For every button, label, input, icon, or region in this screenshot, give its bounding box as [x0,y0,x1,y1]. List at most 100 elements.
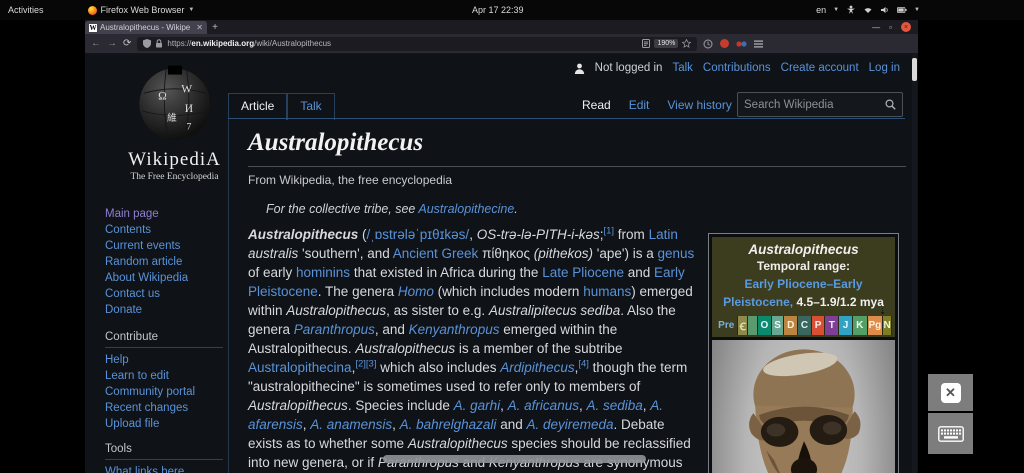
close-button[interactable]: × [901,22,911,32]
extension-clock-icon[interactable] [703,39,713,49]
timescale-segment[interactable]: D [784,316,799,335]
sidebar-tools-links: What links here [105,464,227,473]
hatnote: For the collective tribe, see Australopi… [266,202,518,216]
timescale-segment[interactable]: N [883,316,892,335]
system-tray[interactable]: en ▼ ▼ [816,0,920,20]
search-input[interactable] [744,98,885,111]
text-segment: australis [248,246,299,261]
browser-tab[interactable]: W Australopithecus - Wikipe ✕ [85,21,207,34]
inline-link[interactable]: hominins [296,265,350,280]
sidebar-link[interactable]: What links here [105,464,227,473]
timescale-segment[interactable]: K [852,316,868,335]
timescale-segment[interactable]: S [771,316,785,335]
inline-link[interactable]: A. anamensis [310,417,392,432]
hamburger-menu-icon[interactable] [754,40,764,48]
url-bar[interactable]: https://en.wikipedia.org/wiki/Australopi… [137,36,698,51]
reader-mode-icon[interactable] [642,39,651,48]
inline-link[interactable]: genus [657,246,694,261]
keyboard-layout-indicator[interactable]: en [816,5,826,15]
search-box[interactable] [737,92,903,117]
tracking-shield-icon[interactable] [143,39,152,48]
inline-link[interactable]: Homo [398,284,434,299]
reference-link[interactable]: [2][3] [355,359,376,370]
inline-link[interactable]: Paranthropus [294,322,375,337]
new-tab-button[interactable]: + [207,20,223,34]
tab-close-icon[interactable]: ✕ [196,23,203,32]
timescale-segment[interactable]: J [839,316,853,335]
sidebar-link[interactable]: Current events [105,238,227,254]
personal-link[interactable]: Create account [781,62,859,74]
app-menu-button[interactable]: Firefox Web Browser ▼ [80,5,203,15]
text-segment: Australopithecus [286,303,387,318]
sidebar-link[interactable]: Recent changes [105,400,227,416]
personal-link[interactable]: Contributions [703,62,771,74]
wikipedia-logo[interactable]: Ω W И 維 7 WikipediA The Free Encyclopedi… [107,62,242,182]
forward-button[interactable]: → [107,38,117,49]
sidebar-link[interactable]: Contact us [105,286,227,302]
inline-link[interactable]: Ardipithecus [500,360,574,375]
page-tab[interactable]: Talk [287,93,335,120]
text-segment: (pithekos) [533,246,594,261]
inline-link[interactable]: A. sediba [586,398,642,413]
inline-link[interactable]: A. africanus [508,398,579,413]
sidebar-link[interactable]: Community portal [105,384,227,400]
personal-link[interactable]: Talk [672,62,692,74]
sidebar-link[interactable]: Donate [105,302,227,318]
inline-link[interactable]: Australopithecine [418,202,514,216]
osk-close-button[interactable]: ✕ [928,374,973,411]
sidebar-link[interactable]: Help [105,352,227,368]
page-scrollbar[interactable] [912,54,917,473]
inline-link[interactable]: /ˌɒstrələˈpɪθɪkəs/ [367,227,470,242]
timescale-segment[interactable]: O [758,316,772,335]
maximize-button[interactable]: ▫ [889,23,892,32]
timescale-segment[interactable]: C [798,316,812,335]
timescale-segment[interactable]: P [811,316,826,335]
inline-link[interactable]: Australopithecina [248,360,352,375]
sidebar-link[interactable]: Main page [105,206,227,222]
sidebar-link[interactable]: About Wikipedia [105,270,227,286]
clock-button[interactable]: Apr 17 22:39 [472,0,524,20]
inline-link[interactable]: Kenyanthropus [409,322,500,337]
timescale-segment[interactable]: Ꞓ [738,316,749,335]
chevron-down-icon: ▼ [188,7,195,13]
lock-icon[interactable] [155,39,163,48]
inline-link[interactable]: Late Pliocene [542,265,624,280]
inline-link[interactable]: Latin [649,227,678,242]
page-tab[interactable]: View history [667,98,731,112]
firefox-window: W Australopithecus - Wikipe ✕ + — ▫ × ← … [85,20,918,473]
search-icon[interactable] [885,99,896,110]
inline-link[interactable]: A. garhi [454,398,501,413]
inline-link[interactable]: humans [583,284,631,299]
inline-link[interactable]: A. deyiremeda [526,417,613,432]
reference-link[interactable]: [4] [578,359,589,370]
personal-link[interactable]: Log in [869,62,900,74]
url-prefix: https:// [167,39,192,48]
text-segment: OS-trə-lə-PITH-i-kəs [476,227,600,242]
activities-button[interactable]: Activities [0,5,52,15]
scrollbar-thumb[interactable] [912,58,917,81]
page-tab[interactable]: Article [228,93,288,120]
timescale-segment[interactable] [748,316,759,335]
privacy-mask-extension-icon[interactable] [736,40,747,48]
reload-button[interactable]: ⟳ [123,38,131,49]
sidebar-link[interactable]: Contents [105,222,227,238]
bookmark-star-icon[interactable] [682,39,692,48]
inline-link[interactable]: Ancient Greek [393,246,479,261]
osk-keyboard-button[interactable] [928,413,973,454]
page-tab[interactable]: Read [582,98,611,112]
skull-photo[interactable] [712,340,895,473]
inline-link[interactable]: A. bahrelghazali [400,417,497,432]
sidebar-link[interactable]: Random article [105,254,227,270]
back-button[interactable]: ← [91,38,101,49]
timescale-segment[interactable]: Pg [867,316,884,335]
sidebar-link[interactable]: Learn to edit [105,368,227,384]
reference-link[interactable]: [1] [603,226,614,237]
timescale-segment[interactable]: Pre [715,316,739,335]
adblock-extension-icon[interactable] [720,39,730,48]
bottom-swipe-bar[interactable] [383,455,646,463]
page-tab[interactable]: Edit [629,98,650,112]
minimize-button[interactable]: — [872,23,880,32]
zoom-level-badge[interactable]: 190% [654,39,679,48]
timescale-segment[interactable]: T [825,316,840,335]
sidebar-link[interactable]: Upload file [105,416,227,432]
